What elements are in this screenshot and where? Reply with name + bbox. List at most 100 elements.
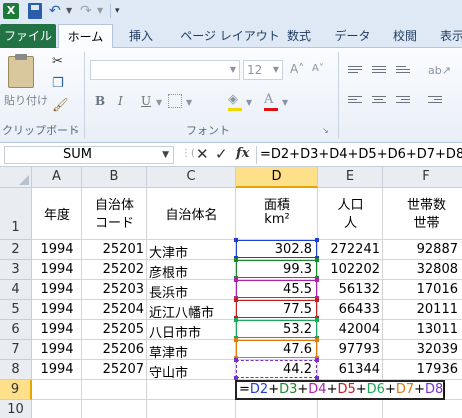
cell-code[interactable]: 25204 — [82, 302, 144, 317]
cell-name[interactable]: 近江八幡市 — [149, 302, 214, 321]
font-color-icon[interactable]: A — [264, 92, 273, 107]
paste-button-label[interactable]: 貼り付け — [4, 92, 48, 108]
cell-households[interactable]: 32808 — [383, 262, 458, 277]
cell-name[interactable]: 守山市 — [149, 362, 188, 381]
border-dropdown-icon[interactable]: ▼ — [186, 98, 192, 107]
column-header-a[interactable]: A — [32, 167, 82, 188]
cancel-icon[interactable]: ✕ — [196, 145, 209, 163]
cell-year[interactable]: 1994 — [32, 242, 82, 257]
paste-icon[interactable] — [8, 54, 34, 88]
formula-bar-grip-icon[interactable]: ⋮( — [181, 148, 195, 159]
cell-code[interactable]: 25203 — [82, 282, 144, 297]
reference-handle[interactable] — [234, 238, 238, 242]
column-header-e[interactable]: E — [318, 167, 383, 188]
italic-icon[interactable]: I — [118, 94, 123, 108]
reference-handle[interactable] — [234, 338, 238, 342]
row-header-6[interactable]: 6 — [0, 320, 32, 340]
header-cell-area-unit[interactable]: km² — [236, 212, 318, 227]
undo-icon[interactable]: ↶ — [49, 3, 65, 19]
cell-households[interactable]: 32039 — [383, 342, 458, 357]
reference-handle[interactable] — [234, 318, 238, 322]
reference-handle[interactable] — [315, 358, 319, 362]
cell-population[interactable]: 102202 — [318, 262, 380, 277]
column-header-d[interactable]: D — [236, 167, 318, 188]
insert-function-icon[interactable]: fx — [236, 146, 249, 161]
worksheet-grid[interactable]: A B C D E F 1 2 3 4 5 6 7 8 9 10 年度 自治体 コード 自治体名 面積 km² 人口人世帯数… — [0, 167, 462, 418]
tab-formulas[interactable]: 数式 — [280, 24, 318, 48]
reference-handle[interactable] — [315, 238, 319, 242]
cell-population[interactable]: 272241 — [318, 242, 380, 257]
orientation-icon[interactable]: ab↗ — [428, 64, 451, 77]
border-icon[interactable] — [168, 94, 182, 108]
reference-handle[interactable] — [315, 338, 319, 342]
row-header-5[interactable]: 5 — [0, 300, 32, 320]
decrease-font-icon[interactable]: A˅ — [312, 63, 324, 74]
align-center-icon[interactable] — [372, 96, 386, 106]
reference-handle[interactable] — [315, 258, 319, 262]
cell-name[interactable]: 草津市 — [149, 342, 188, 361]
cell-name[interactable]: 彦根市 — [149, 262, 188, 281]
cell-households[interactable]: 20111 — [383, 302, 458, 317]
customize-qat-icon[interactable]: ▾ — [115, 3, 125, 19]
column-header-b[interactable]: B — [82, 167, 147, 188]
tab-view[interactable]: 表示 — [432, 24, 462, 48]
font-color-dropdown-icon[interactable]: ▼ — [282, 98, 288, 107]
underline-icon[interactable]: U — [141, 94, 151, 108]
tab-review[interactable]: 校閲 — [385, 24, 425, 48]
cell-population[interactable]: 61344 — [318, 362, 380, 377]
save-icon[interactable] — [28, 3, 42, 19]
header-cell-name[interactable]: 自治体名 — [147, 204, 236, 223]
font-name-select[interactable]: ▼ — [90, 60, 240, 80]
align-top-icon[interactable] — [348, 66, 362, 76]
cell-households[interactable]: 17016 — [383, 282, 458, 297]
cut-icon[interactable]: ✂ — [52, 54, 63, 69]
undo-dropdown-icon[interactable]: ▼ — [66, 3, 74, 19]
cell-year[interactable]: 1994 — [32, 362, 82, 377]
reference-handle[interactable] — [315, 318, 319, 322]
cell-name[interactable]: 長浜市 — [149, 282, 188, 301]
fill-dropdown-icon[interactable]: ▼ — [246, 98, 252, 107]
cell-year[interactable]: 1994 — [32, 342, 82, 357]
row-header-4[interactable]: 4 — [0, 280, 32, 300]
redo-icon[interactable]: ↷ — [80, 3, 96, 19]
row-header-2[interactable]: 2 — [0, 240, 32, 260]
reference-handle[interactable] — [234, 278, 238, 282]
header-cell-code-line1[interactable]: 自治体 — [82, 194, 147, 213]
header-cell-households-line1[interactable]: 世帯数 — [383, 194, 462, 213]
row-header-7[interactable]: 7 — [0, 340, 32, 360]
tab-home[interactable]: ホーム — [58, 24, 113, 48]
tab-insert[interactable]: 挿入 — [122, 24, 160, 48]
tab-page-layout[interactable]: ページ レイアウト — [170, 24, 290, 48]
row-header-9[interactable]: 9 — [0, 380, 32, 400]
row-header-1[interactable]: 1 — [0, 188, 32, 240]
redo-dropdown-icon[interactable]: ▼ — [97, 3, 105, 19]
fill-color-icon[interactable]: ◈ — [228, 92, 238, 107]
font-size-select[interactable]: 12 ▼ — [243, 60, 283, 80]
column-header-c[interactable]: C — [147, 167, 236, 188]
cell-year[interactable]: 1994 — [32, 322, 82, 337]
copy-icon[interactable]: ❐ — [52, 76, 64, 91]
header-cell-area-line1[interactable]: 面積 — [236, 194, 318, 213]
tab-data[interactable]: データ — [330, 24, 375, 48]
font-launcher-icon[interactable]: ↘ — [322, 126, 329, 135]
clipboard-launcher-icon[interactable]: ↘ — [72, 126, 79, 135]
excel-logo-icon[interactable]: X — [3, 3, 19, 19]
cell-households[interactable]: 17936 — [383, 362, 458, 377]
cell-code[interactable]: 25202 — [82, 262, 144, 277]
reference-handle[interactable] — [234, 258, 238, 262]
cell-name[interactable]: 大津市 — [149, 242, 188, 261]
cell-code[interactable]: 25206 — [82, 342, 144, 357]
header-cell-year[interactable]: 年度 — [32, 204, 82, 223]
select-all-button[interactable] — [0, 167, 32, 188]
cell-code[interactable]: 25201 — [82, 242, 144, 257]
cell-code[interactable]: 25207 — [82, 362, 144, 377]
decrease-indent-icon[interactable] — [428, 96, 442, 106]
cell-code[interactable]: 25205 — [82, 322, 144, 337]
bold-icon[interactable]: B — [95, 94, 105, 108]
row-header-10[interactable]: 10 — [0, 400, 32, 418]
cell-population[interactable]: 56132 — [318, 282, 380, 297]
cell-year[interactable]: 1994 — [32, 282, 82, 297]
cell-households[interactable]: 13011 — [383, 322, 458, 337]
tab-file[interactable]: ファイル — [0, 24, 56, 48]
cell-households[interactable]: 92887 — [383, 242, 458, 257]
